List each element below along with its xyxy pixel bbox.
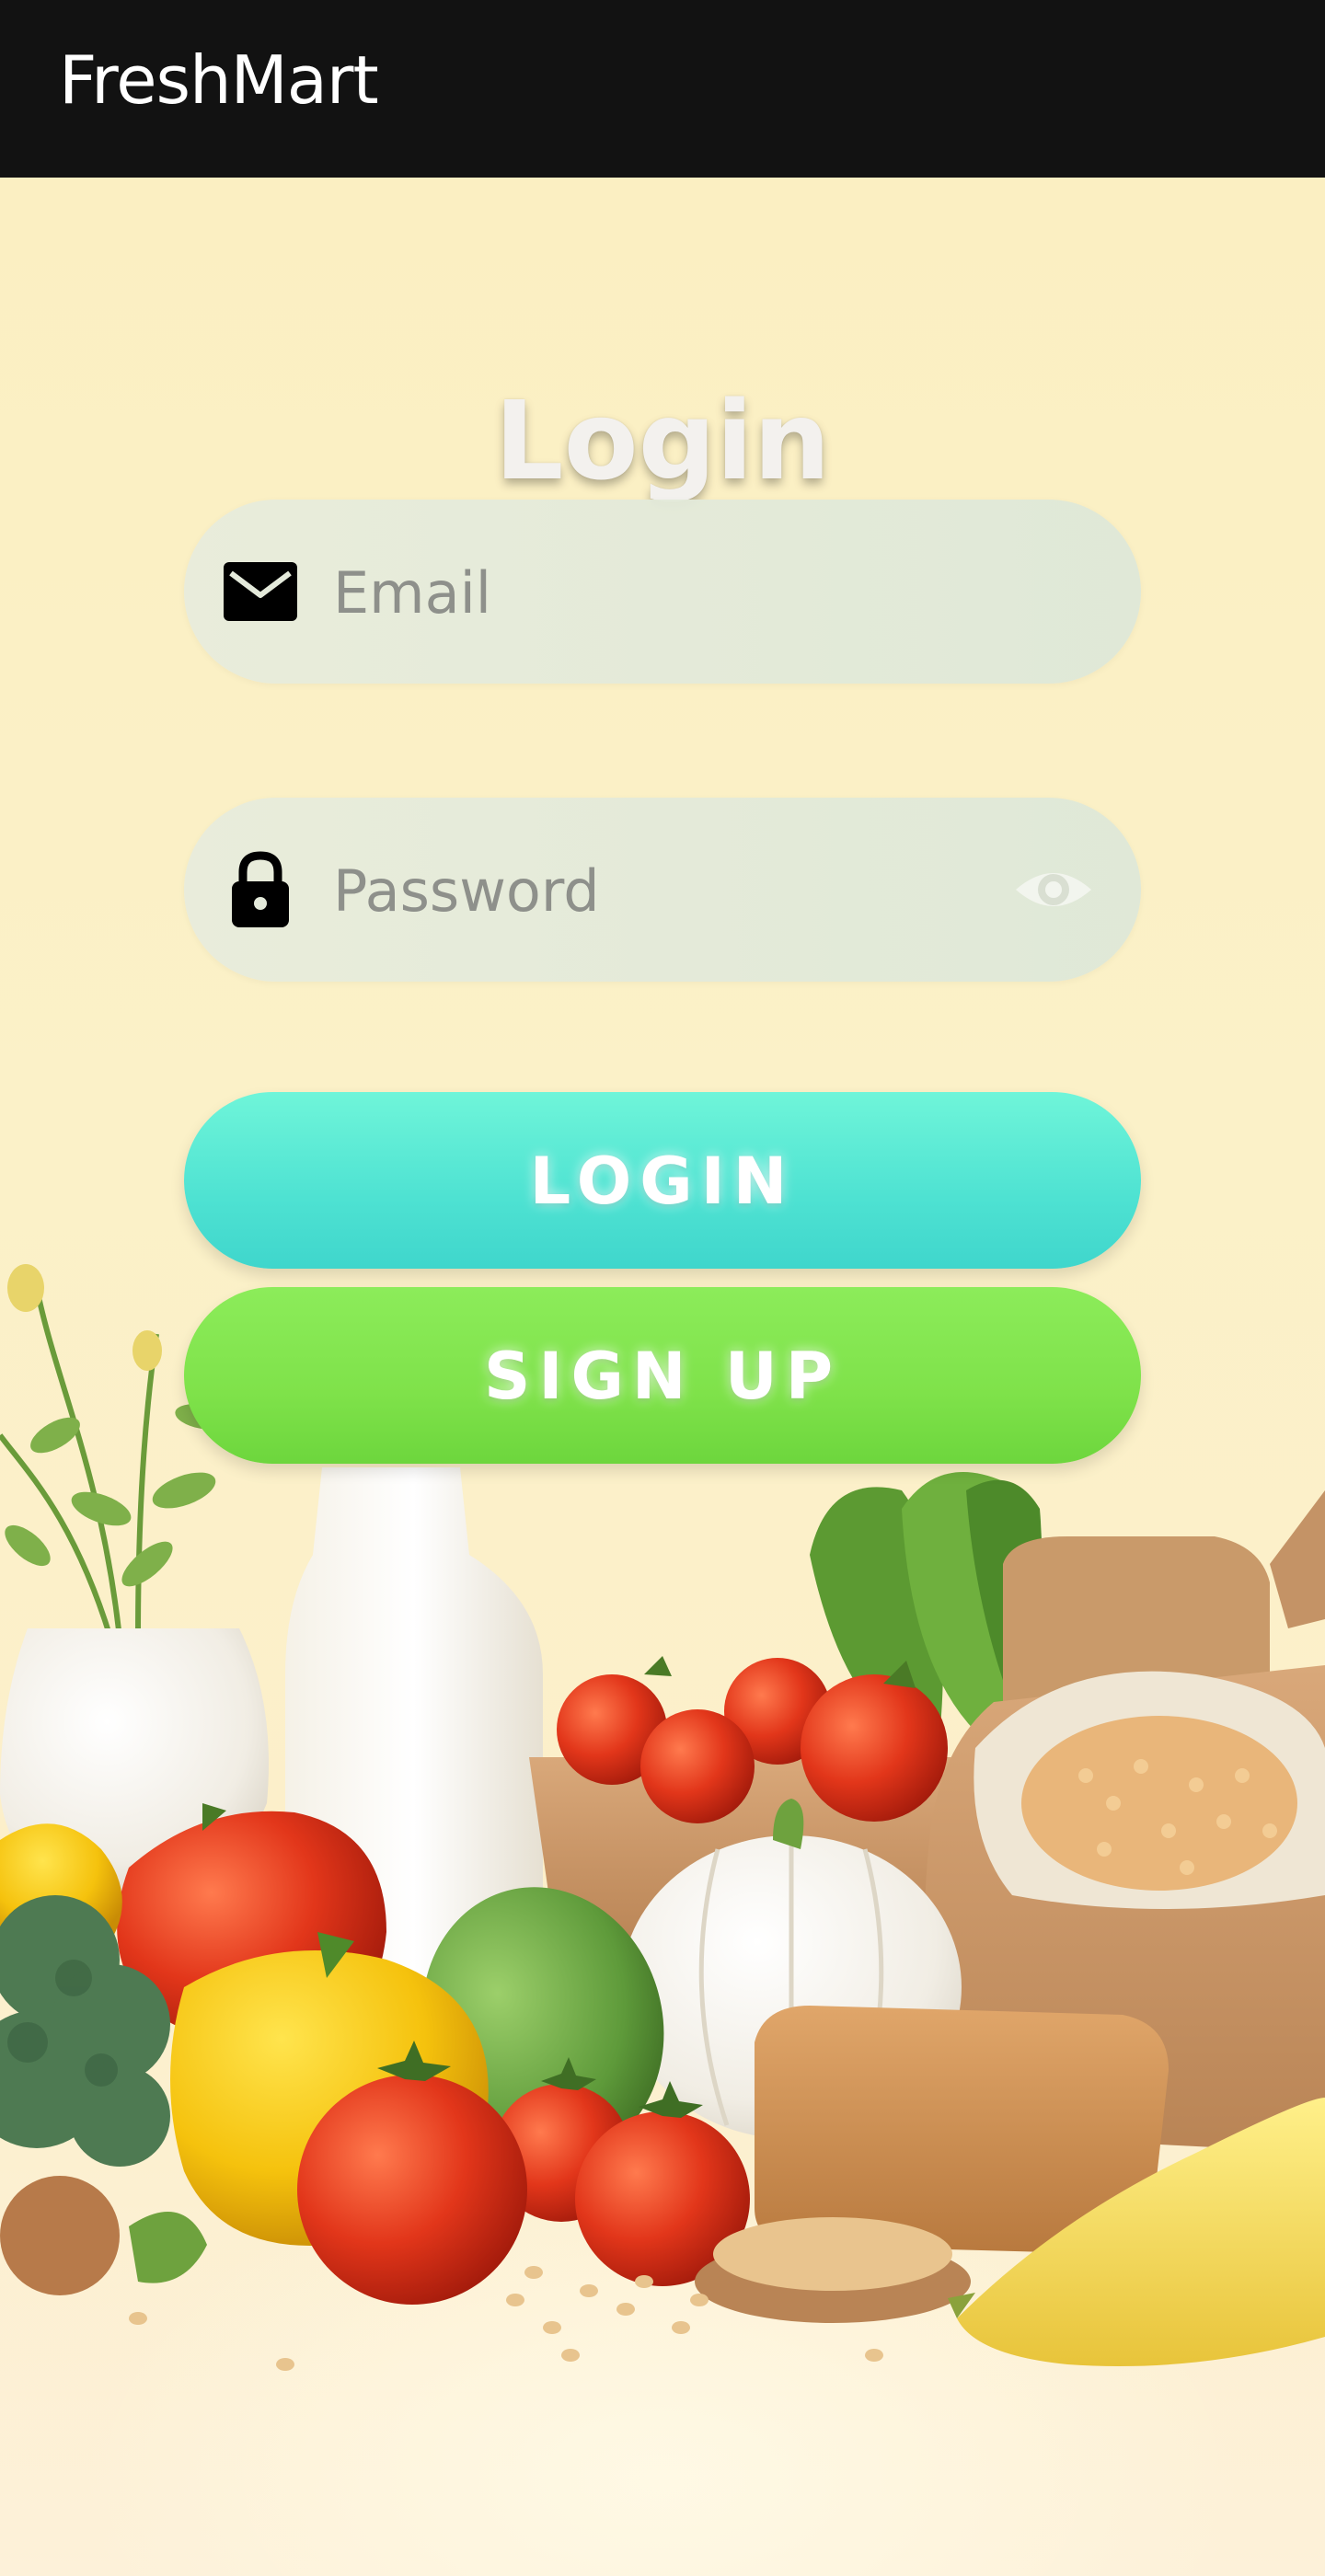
lock-icon [221,850,300,929]
page-title: Login [494,377,831,505]
login-button[interactable]: LOGIN [184,1092,1141,1269]
brand-title: FreshMart [59,41,379,119]
eye-icon[interactable] [1012,857,1095,922]
envelope-icon [221,552,300,631]
email-field[interactable] [184,500,1141,685]
password-field[interactable] [184,798,1141,983]
password-input[interactable] [331,798,979,983]
signup-button[interactable]: SIGN UP [184,1287,1141,1464]
email-input[interactable] [331,500,979,685]
app-header: FreshMart [0,0,1325,178]
